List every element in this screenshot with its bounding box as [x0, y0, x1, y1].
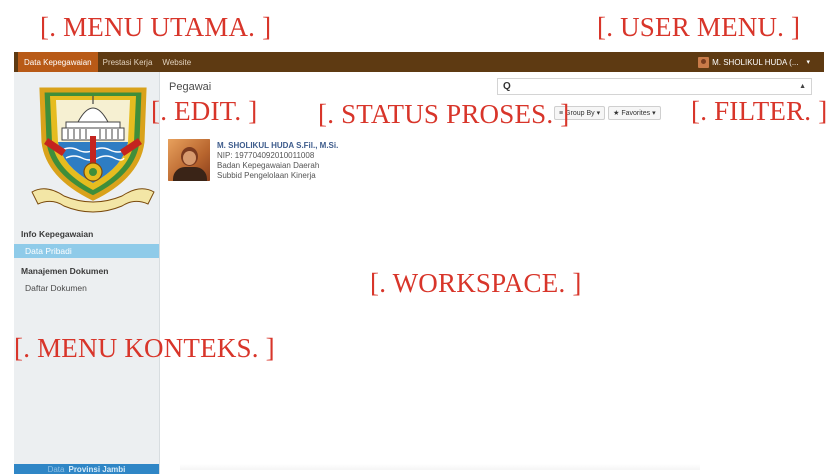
employee-unit: Subbid Pengelolaan Kinerja — [217, 171, 316, 180]
sidebar-footer: Data Provinsi Jambi — [14, 464, 159, 474]
sidebar-footer-prefix: Data — [47, 464, 65, 474]
annotation-workspace: [. WORKSPACE. ] — [370, 268, 582, 298]
employee-photo — [168, 139, 210, 181]
chevron-down-icon: ▾ — [806, 59, 810, 66]
sidebar-section-manajemen-dokumen: Manajemen Dokumen — [21, 266, 109, 276]
sidebar: Info Kepegawaian Data Pribadi Manajemen … — [14, 72, 160, 474]
user-menu[interactable]: M. SHOLIKUL HUDA (... ▾ — [698, 56, 824, 68]
annotation-user-menu: [. USER MENU. ] — [597, 12, 801, 42]
user-avatar-icon — [698, 56, 710, 68]
employee-name[interactable]: M. SHOLIKUL HUDA S.Fil., M.Si. — [217, 141, 338, 151]
employee-org: Badan Kepegawaian Daerah — [217, 161, 320, 170]
search-input[interactable] — [514, 82, 800, 91]
sidebar-footer-label: Provinsi Jambi — [68, 464, 126, 474]
annotation-status-proses: [. STATUS PROSES. ] — [318, 99, 570, 129]
user-name: M. SHOLIKUL HUDA (... — [712, 57, 799, 67]
bottom-shadow — [180, 464, 700, 470]
caret-up-icon[interactable]: ▲ — [799, 83, 806, 90]
jambi-province-logo — [26, 80, 160, 218]
main-menu: Data Kepegawaian Prestasi Kerja Website — [14, 52, 196, 72]
favorites-label: Favorites — [621, 109, 651, 117]
group-by-label: Group By — [565, 109, 595, 117]
sidebar-item-daftar-dokumen[interactable]: Daftar Dokumen — [14, 281, 159, 295]
menu-data-kepegawaian[interactable]: Data Kepegawaian — [18, 52, 98, 72]
annotation-menu-utama: [. MENU UTAMA. ] — [40, 12, 272, 42]
employee-nip: NIP: 197704092010011008 — [217, 151, 315, 160]
page-title: Pegawai — [169, 81, 212, 93]
menu-website[interactable]: Website — [157, 52, 196, 72]
search-icon: Q — [503, 81, 511, 92]
annotation-filter: [. FILTER. ] — [691, 96, 828, 126]
filter-toolbar: ≡ Group By ▾ ★ Favorites ▾ — [554, 106, 661, 120]
favorites-button[interactable]: ★ Favorites ▾ — [608, 106, 661, 120]
search-box[interactable]: Q ▲ — [497, 78, 812, 95]
star-icon: ★ — [613, 110, 620, 117]
menu-prestasi-kerja[interactable]: Prestasi Kerja — [98, 52, 158, 72]
employee-card[interactable]: M. SHOLIKUL HUDA S.Fil., M.Si. NIP: 1977… — [168, 139, 338, 181]
employee-info: M. SHOLIKUL HUDA S.Fil., M.Si. NIP: 1977… — [217, 141, 338, 181]
sidebar-item-data-pribadi[interactable]: Data Pribadi — [14, 244, 159, 258]
main-menu-bar: Data Kepegawaian Prestasi Kerja Website … — [14, 52, 824, 72]
annotation-edit: [. EDIT. ] — [151, 96, 258, 126]
annotation-menu-konteks: [. MENU KONTEKS. ] — [14, 333, 275, 363]
sidebar-section-info-kepegawaian: Info Kepegawaian — [21, 229, 94, 239]
